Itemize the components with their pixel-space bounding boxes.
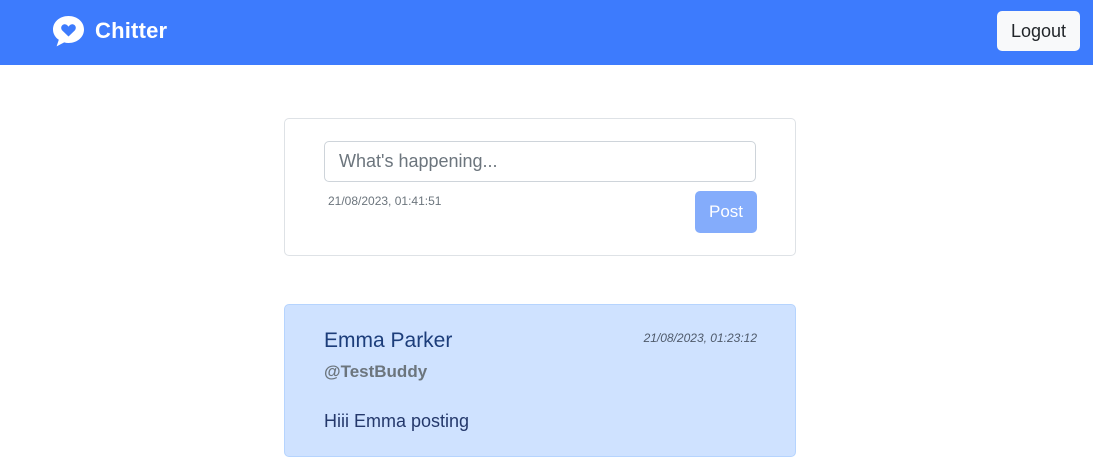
logout-button[interactable]: Logout bbox=[997, 11, 1080, 51]
peep-timestamp: 21/08/2023, 01:23:12 bbox=[643, 331, 757, 345]
chat-bubble-heart-icon bbox=[51, 14, 86, 48]
brand-name: Chitter bbox=[95, 18, 168, 43]
navbar: Chitter Logout bbox=[0, 0, 1093, 65]
post-button[interactable]: Post bbox=[695, 191, 757, 233]
peep-author-name: Emma Parker bbox=[324, 329, 453, 352]
peep-author-handle: @TestBuddy bbox=[324, 362, 428, 381]
compose-timestamp: 21/08/2023, 01:41:51 bbox=[328, 194, 442, 208]
compose-input[interactable] bbox=[324, 141, 756, 182]
compose-card: 21/08/2023, 01:41:51 Post bbox=[284, 118, 796, 256]
peep-content: Hiii Emma posting bbox=[324, 411, 470, 431]
brand-link[interactable]: Chitter bbox=[51, 14, 167, 48]
peep-card: Emma Parker 21/08/2023, 01:23:12 @TestBu… bbox=[284, 304, 796, 457]
